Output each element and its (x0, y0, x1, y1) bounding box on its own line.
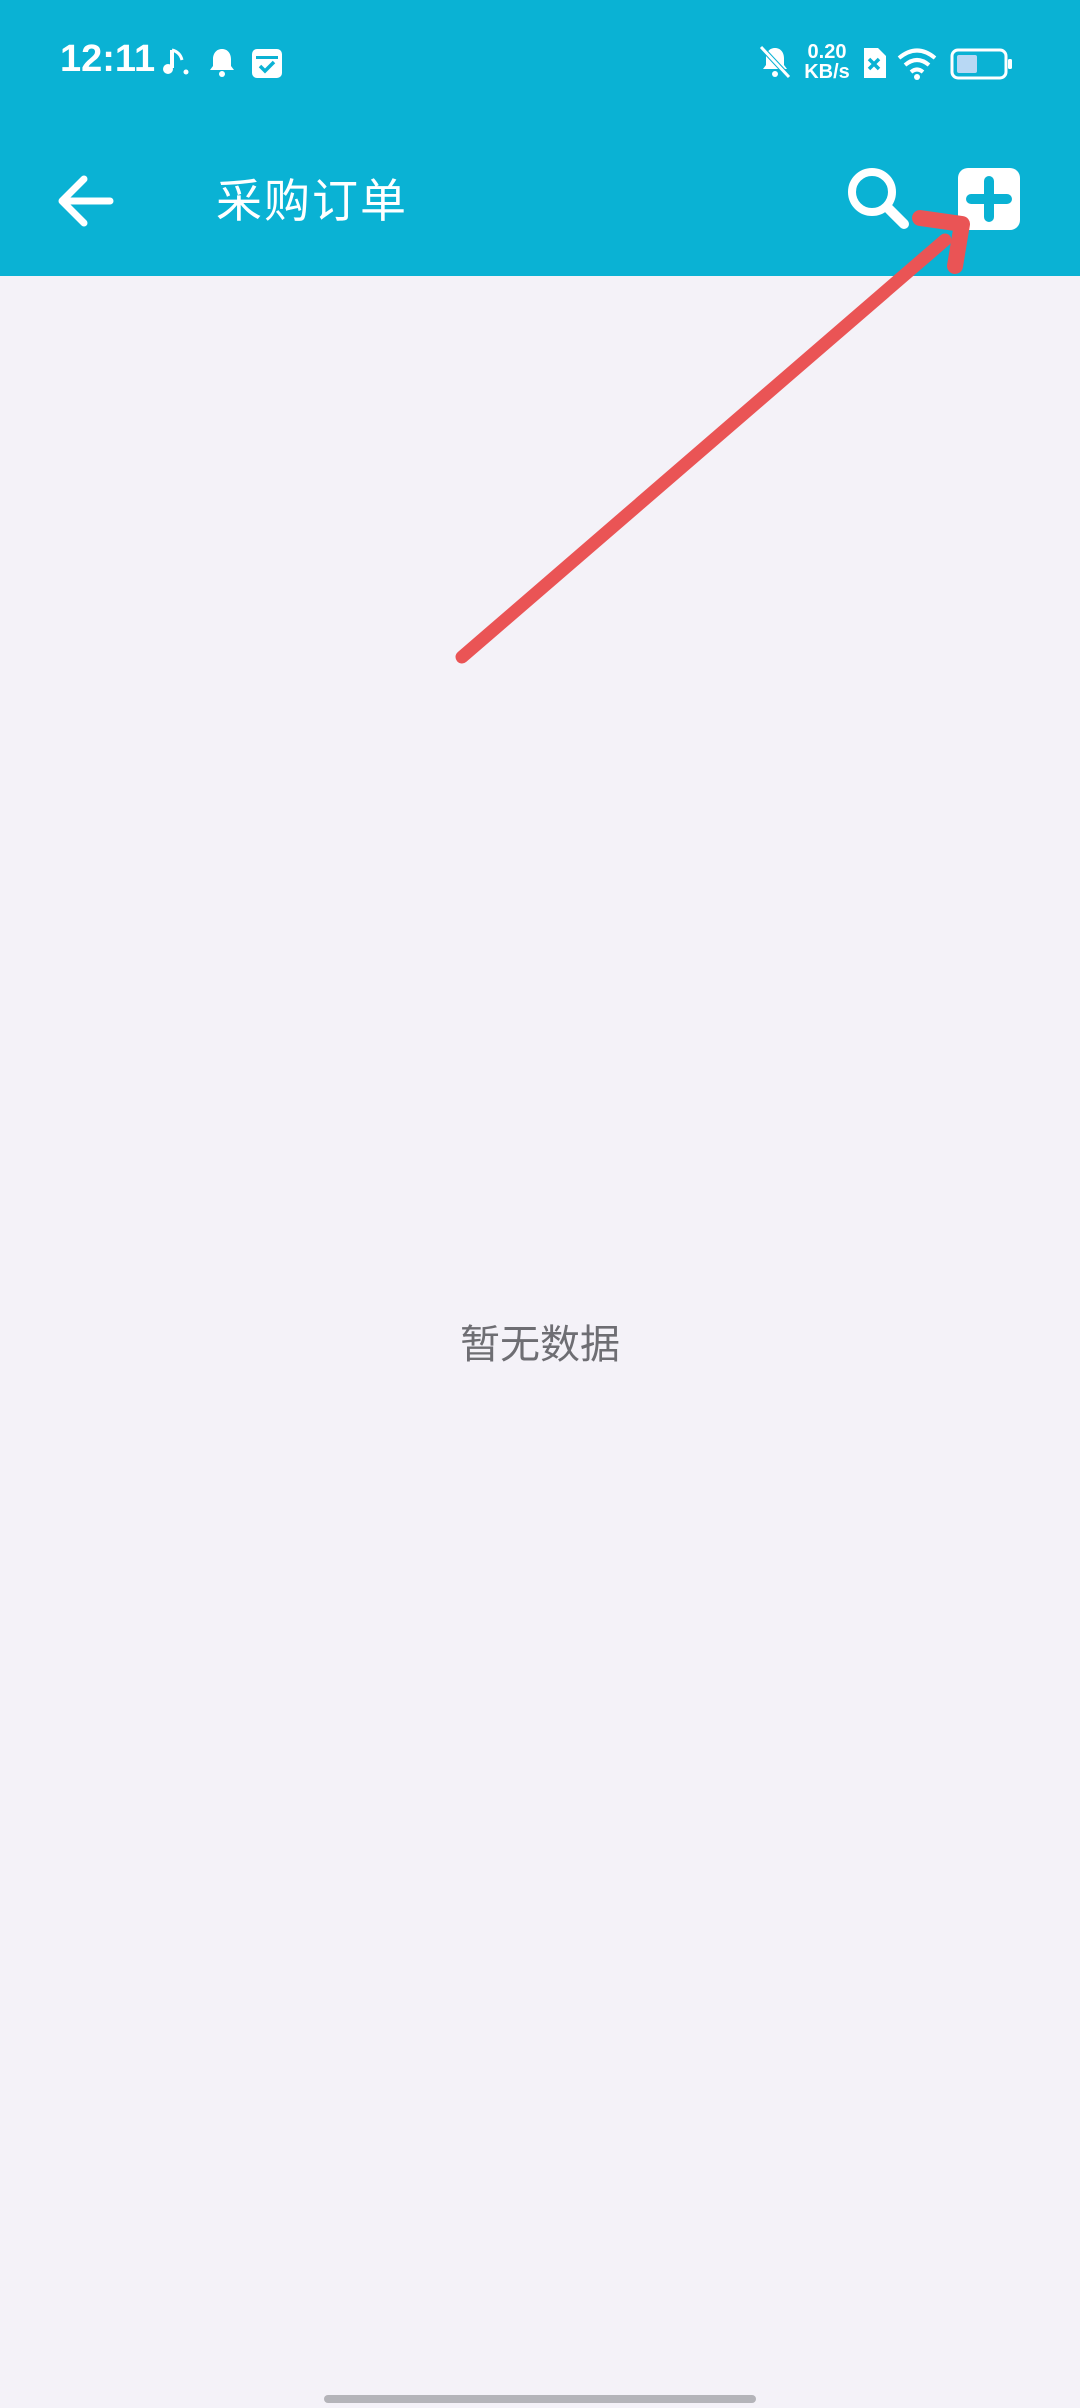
search-icon[interactable] (838, 158, 918, 238)
home-indicator[interactable] (324, 2395, 756, 2403)
wifi-icon (897, 48, 937, 80)
network-speed-value: 0.20 (807, 41, 847, 63)
annotation-arrow (455, 210, 970, 664)
top-bar: 12:11 0.20 KB/s 采购订单 (0, 0, 1080, 276)
sim-off-icon (864, 48, 886, 78)
bell-off-icon (759, 45, 791, 79)
network-speed: 0.20 KB/s (800, 42, 854, 82)
back-arrow-icon[interactable] (48, 164, 122, 238)
add-icon[interactable] (956, 166, 1022, 232)
battery-icon (950, 48, 1012, 80)
page-title: 采购订单 (216, 174, 408, 228)
bell-icon (210, 49, 234, 77)
empty-state-text: 暂无数据 (460, 1322, 620, 1368)
music-note-icon (163, 48, 189, 75)
app-bar: 采购订单 (0, 126, 1080, 276)
calendar-check-icon (252, 49, 282, 78)
status-bar: 12:11 0.20 KB/s (0, 0, 1080, 126)
network-speed-unit: KB/s (804, 61, 850, 83)
status-time: 12:11 (60, 38, 156, 80)
